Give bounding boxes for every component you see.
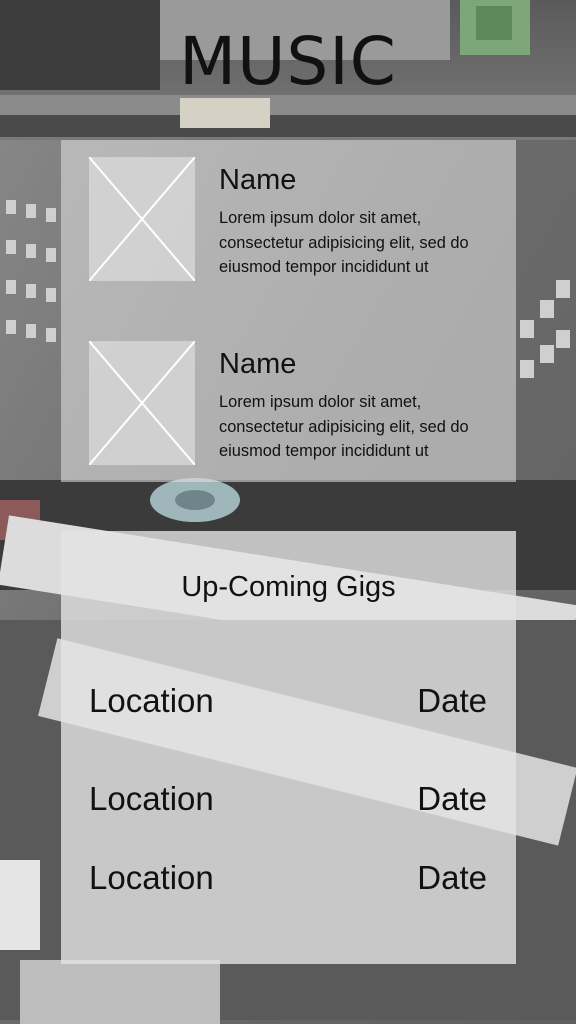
featured-item[interactable]: Name Lorem ipsum dolor sit amet, consect… bbox=[61, 140, 516, 300]
upcoming-gigs-title: Up-Coming Gigs bbox=[181, 571, 396, 603]
gig-location: Location bbox=[89, 780, 214, 817]
featured-item-name: Name bbox=[219, 164, 297, 196]
page-title: MUSIC bbox=[179, 23, 397, 100]
gig-location: Location bbox=[89, 682, 214, 719]
image-placeholder-icon bbox=[89, 157, 195, 281]
featured-item[interactable]: Name Lorem ipsum dolor sit amet, consect… bbox=[61, 324, 516, 484]
gig-row[interactable]: Location Date bbox=[89, 856, 487, 900]
image-placeholder-icon bbox=[89, 341, 195, 465]
gig-date: Date bbox=[417, 780, 487, 817]
gig-location: Location bbox=[89, 859, 214, 896]
upcoming-gigs-panel: Up-Coming Gigs Location Date Location Da… bbox=[61, 531, 516, 964]
gig-row[interactable]: Location Date bbox=[89, 777, 487, 821]
gig-date: Date bbox=[417, 859, 487, 896]
featured-item-description: Lorem ipsum dolor sit amet, consectetur … bbox=[219, 393, 469, 460]
gig-row[interactable]: Location Date bbox=[89, 679, 487, 723]
featured-item-name: Name bbox=[219, 348, 297, 380]
featured-panel: Name Lorem ipsum dolor sit amet, consect… bbox=[61, 140, 516, 482]
featured-item-description: Lorem ipsum dolor sit amet, consectetur … bbox=[219, 209, 469, 276]
gig-date: Date bbox=[417, 682, 487, 719]
